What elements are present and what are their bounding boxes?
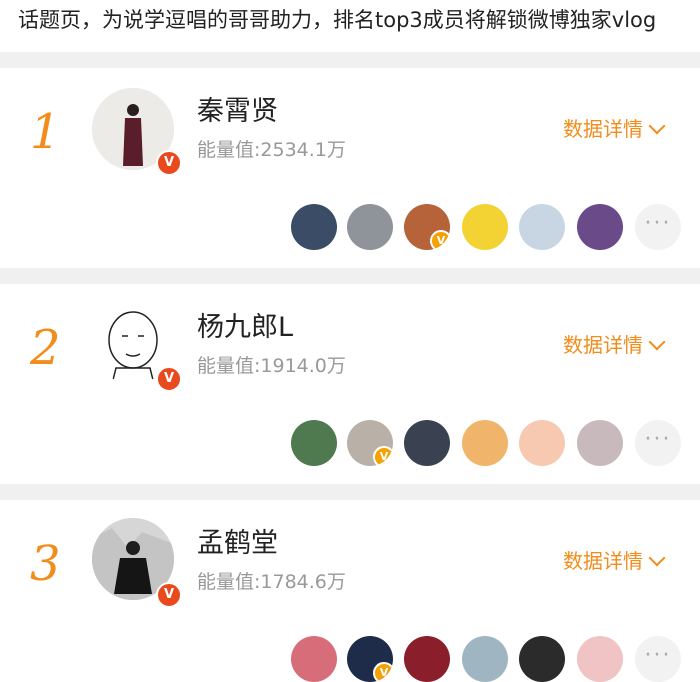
section-divider xyxy=(0,52,700,68)
energy-value: 能量值:2534.1万 xyxy=(197,139,346,161)
fan-avatar[interactable]: V xyxy=(347,636,393,682)
verified-badge: V xyxy=(156,150,182,176)
chevron-down-icon xyxy=(648,333,666,351)
fan-avatar[interactable] xyxy=(519,204,565,250)
chevron-down-icon xyxy=(648,549,666,567)
chevron-down-icon xyxy=(648,117,666,135)
energy-value: 能量值:1914.0万 xyxy=(197,355,346,377)
member-name[interactable]: 杨九郎L xyxy=(197,312,293,344)
section-divider xyxy=(0,484,700,500)
verified-badge: V xyxy=(430,230,450,250)
fan-avatar[interactable] xyxy=(291,636,337,682)
rank-number: 1 xyxy=(30,104,61,160)
fan-avatar[interactable] xyxy=(291,420,337,466)
fan-avatar[interactable] xyxy=(462,204,508,250)
verified-badge: V xyxy=(373,662,393,682)
fan-avatar[interactable] xyxy=(291,204,337,250)
member-name[interactable]: 秦霄贤 xyxy=(197,96,278,128)
rank-number: 3 xyxy=(30,536,61,592)
rank-card-1[interactable]: 1 V 秦霄贤 能量值:2534.1万 数据详情 V ··· xyxy=(0,68,700,268)
fan-avatar[interactable] xyxy=(577,636,623,682)
rank-card-2[interactable]: 2 V 杨九郎L 能量值:1914.0万 数据详情 V ··· xyxy=(0,284,700,484)
verified-badge: V xyxy=(373,446,393,466)
fan-avatar[interactable]: V xyxy=(404,204,450,250)
fan-avatar[interactable] xyxy=(404,636,450,682)
energy-value: 能量值:1784.6万 xyxy=(197,571,346,593)
fan-avatar[interactable] xyxy=(462,636,508,682)
rank-number: 2 xyxy=(30,320,61,376)
member-name[interactable]: 孟鹤堂 xyxy=(197,528,278,560)
verified-badge: V xyxy=(156,366,182,392)
fan-avatar[interactable] xyxy=(519,636,565,682)
data-detail-link[interactable]: 数据详情 xyxy=(563,548,666,574)
rank-card-3[interactable]: 3 V 孟鹤堂 能量值:1784.6万 数据详情 V ··· xyxy=(0,500,700,682)
verified-badge: V xyxy=(156,582,182,608)
fan-avatar[interactable]: V xyxy=(347,420,393,466)
data-detail-link[interactable]: 数据详情 xyxy=(563,116,666,142)
fan-avatar[interactable] xyxy=(347,204,393,250)
fan-avatar[interactable] xyxy=(519,420,565,466)
data-detail-link[interactable]: 数据详情 xyxy=(563,332,666,358)
data-detail-label: 数据详情 xyxy=(563,117,643,141)
more-fans-button[interactable]: ··· xyxy=(635,420,681,466)
fan-avatar[interactable] xyxy=(404,420,450,466)
section-divider xyxy=(0,268,700,284)
fan-avatar[interactable] xyxy=(577,204,623,250)
fan-avatar[interactable] xyxy=(462,420,508,466)
data-detail-label: 数据详情 xyxy=(563,549,643,573)
data-detail-label: 数据详情 xyxy=(563,333,643,357)
topic-description: 话题页，为说学逗唱的哥哥助力，排名top3成员将解锁微博独家vlog xyxy=(18,8,657,32)
more-fans-button[interactable]: ··· xyxy=(635,636,681,682)
fan-avatar[interactable] xyxy=(577,420,623,466)
more-fans-button[interactable]: ··· xyxy=(635,204,681,250)
